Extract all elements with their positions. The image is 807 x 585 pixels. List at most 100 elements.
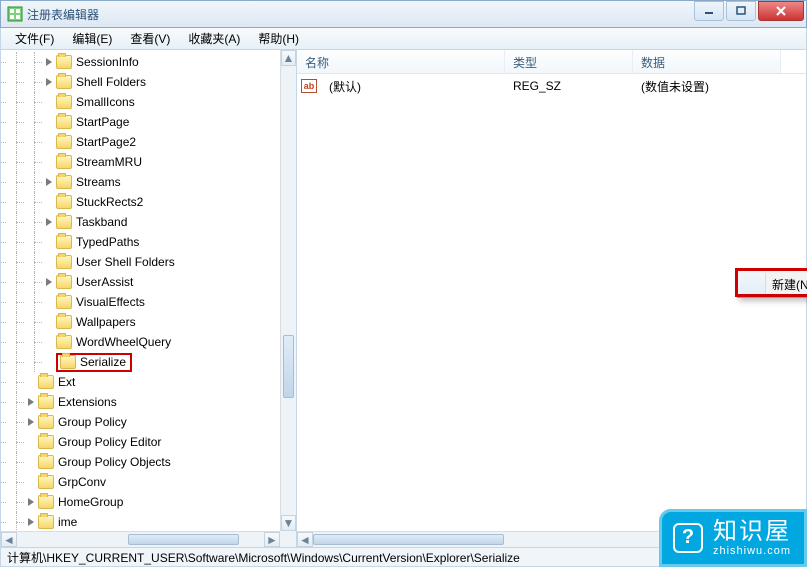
expand-icon[interactable] bbox=[25, 497, 36, 508]
tree-node[interactable]: Serialize bbox=[1, 352, 179, 372]
tree-node[interactable]: Group Policy Editor bbox=[1, 432, 179, 452]
value-data: (数值未设置) bbox=[633, 78, 781, 95]
tree-node[interactable]: Wallpapers bbox=[1, 312, 179, 332]
tree-node-label: StuckRects2 bbox=[76, 195, 143, 209]
tree-node-label: HomeGroup bbox=[58, 495, 123, 509]
folder-icon bbox=[56, 255, 72, 269]
tree-node[interactable]: Streams bbox=[1, 172, 179, 192]
tree-node[interactable]: StreamMRU bbox=[1, 152, 179, 172]
tree-node[interactable]: SmallIcons bbox=[1, 92, 179, 112]
tree-twisty-empty bbox=[43, 117, 54, 128]
window-title: 注册表编辑器 bbox=[27, 6, 99, 23]
context-menu-item[interactable]: 新建(N) bbox=[740, 273, 807, 295]
tree-node-label: VisualEffects bbox=[76, 295, 145, 309]
folder-icon bbox=[56, 335, 72, 349]
context-menu[interactable]: 新建(N) bbox=[737, 270, 807, 298]
tree-node-label: WordWheelQuery bbox=[76, 335, 171, 349]
tree-twisty-empty bbox=[43, 137, 54, 148]
expand-icon[interactable] bbox=[43, 277, 54, 288]
menu-item[interactable]: 编辑(E) bbox=[64, 28, 120, 49]
tree-twisty-empty bbox=[43, 297, 54, 308]
registry-tree[interactable]: SessionInfoShell FoldersSmallIconsStartP… bbox=[1, 50, 179, 531]
scroll-left-button[interactable]: ◄ bbox=[297, 532, 313, 547]
tree-node-label: GrpConv bbox=[58, 475, 106, 489]
menu-item[interactable]: 收藏夹(A) bbox=[180, 28, 248, 49]
tree-twisty-empty bbox=[43, 237, 54, 248]
tree-node[interactable]: ime bbox=[1, 512, 179, 531]
expand-icon[interactable] bbox=[43, 57, 54, 68]
tree-node[interactable]: GrpConv bbox=[1, 472, 179, 492]
column-header[interactable]: 类型 bbox=[505, 50, 633, 73]
tree-vertical-scrollbar[interactable]: ▲ ▼ bbox=[280, 50, 296, 531]
tree-horizontal-scrollbar[interactable]: ◄ ► bbox=[1, 531, 280, 547]
watermark-icon: ? bbox=[673, 523, 703, 553]
scroll-right-button[interactable]: ► bbox=[264, 532, 280, 547]
tree-node[interactable]: SessionInfo bbox=[1, 52, 179, 72]
list-pane: 名称类型数据 ab(默认)REG_SZ(数值未设置) ◄ ► 新建(N) 项(K… bbox=[297, 50, 806, 547]
tree-node[interactable]: UserAssist bbox=[1, 272, 179, 292]
tree-node[interactable]: StuckRects2 bbox=[1, 192, 179, 212]
close-button[interactable] bbox=[758, 1, 804, 21]
expand-icon[interactable] bbox=[25, 417, 36, 428]
folder-icon bbox=[56, 75, 72, 89]
tree-node[interactable]: Group Policy bbox=[1, 412, 179, 432]
folder-icon bbox=[60, 355, 76, 369]
maximize-button[interactable] bbox=[726, 1, 756, 21]
tree-node-label: StartPage2 bbox=[76, 135, 136, 149]
tree-node-label: Wallpapers bbox=[76, 315, 136, 329]
scroll-up-button[interactable]: ▲ bbox=[281, 50, 296, 66]
tree-node[interactable]: Ext bbox=[1, 372, 179, 392]
tree-node[interactable]: WordWheelQuery bbox=[1, 332, 179, 352]
tree-twisty-empty bbox=[43, 317, 54, 328]
folder-icon bbox=[56, 175, 72, 189]
list-header[interactable]: 名称类型数据 bbox=[297, 50, 806, 74]
tree-node[interactable]: Extensions bbox=[1, 392, 179, 412]
tree-twisty-empty bbox=[25, 377, 36, 388]
scroll-left-button[interactable]: ◄ bbox=[1, 532, 17, 547]
expand-icon[interactable] bbox=[43, 177, 54, 188]
tree-node[interactable]: User Shell Folders bbox=[1, 252, 179, 272]
tree-twisty-empty bbox=[43, 97, 54, 108]
folder-icon bbox=[56, 55, 72, 69]
list-body[interactable]: ab(默认)REG_SZ(数值未设置) bbox=[297, 74, 806, 96]
folder-icon bbox=[38, 475, 54, 489]
tree-node[interactable]: TypedPaths bbox=[1, 232, 179, 252]
watermark-subtitle: zhishiwu.com bbox=[713, 545, 791, 557]
list-row[interactable]: ab(默认)REG_SZ(数值未设置) bbox=[297, 76, 806, 96]
tree-node-label: Taskband bbox=[76, 215, 127, 229]
tree-node[interactable]: StartPage2 bbox=[1, 132, 179, 152]
folder-icon bbox=[56, 115, 72, 129]
tree-node[interactable]: Taskband bbox=[1, 212, 179, 232]
menu-item[interactable]: 文件(F) bbox=[7, 28, 62, 49]
folder-icon bbox=[56, 135, 72, 149]
tree-node[interactable]: Group Policy Objects bbox=[1, 452, 179, 472]
expand-icon[interactable] bbox=[43, 77, 54, 88]
column-header[interactable]: 名称 bbox=[297, 50, 505, 73]
status-path: 计算机\HKEY_CURRENT_USER\Software\Microsoft… bbox=[7, 549, 520, 566]
tree-node[interactable]: Shell Folders bbox=[1, 72, 179, 92]
tree-node[interactable]: HomeGroup bbox=[1, 492, 179, 512]
menu-bar: 文件(F)编辑(E)查看(V)收藏夹(A)帮助(H) bbox=[0, 28, 807, 50]
menu-item[interactable]: 查看(V) bbox=[122, 28, 178, 49]
expand-icon[interactable] bbox=[43, 217, 54, 228]
expand-icon[interactable] bbox=[25, 517, 36, 528]
tree-pane: SessionInfoShell FoldersSmallIconsStartP… bbox=[1, 50, 297, 547]
folder-icon bbox=[38, 395, 54, 409]
tree-node-label: Streams bbox=[76, 175, 121, 189]
tree-node-label: StreamMRU bbox=[76, 155, 142, 169]
folder-icon bbox=[38, 415, 54, 429]
expand-icon[interactable] bbox=[25, 397, 36, 408]
folder-icon bbox=[56, 95, 72, 109]
tree-node[interactable]: VisualEffects bbox=[1, 292, 179, 312]
scroll-down-button[interactable]: ▼ bbox=[281, 515, 296, 531]
column-header[interactable]: 数据 bbox=[633, 50, 781, 73]
folder-icon bbox=[56, 155, 72, 169]
folder-icon bbox=[56, 315, 72, 329]
minimize-button[interactable] bbox=[694, 1, 724, 21]
tree-twisty-empty bbox=[43, 257, 54, 268]
tree-node[interactable]: StartPage bbox=[1, 112, 179, 132]
tree-node-label: Group Policy Objects bbox=[58, 455, 171, 469]
folder-icon bbox=[56, 235, 72, 249]
folder-icon bbox=[38, 495, 54, 509]
menu-item[interactable]: 帮助(H) bbox=[250, 28, 307, 49]
